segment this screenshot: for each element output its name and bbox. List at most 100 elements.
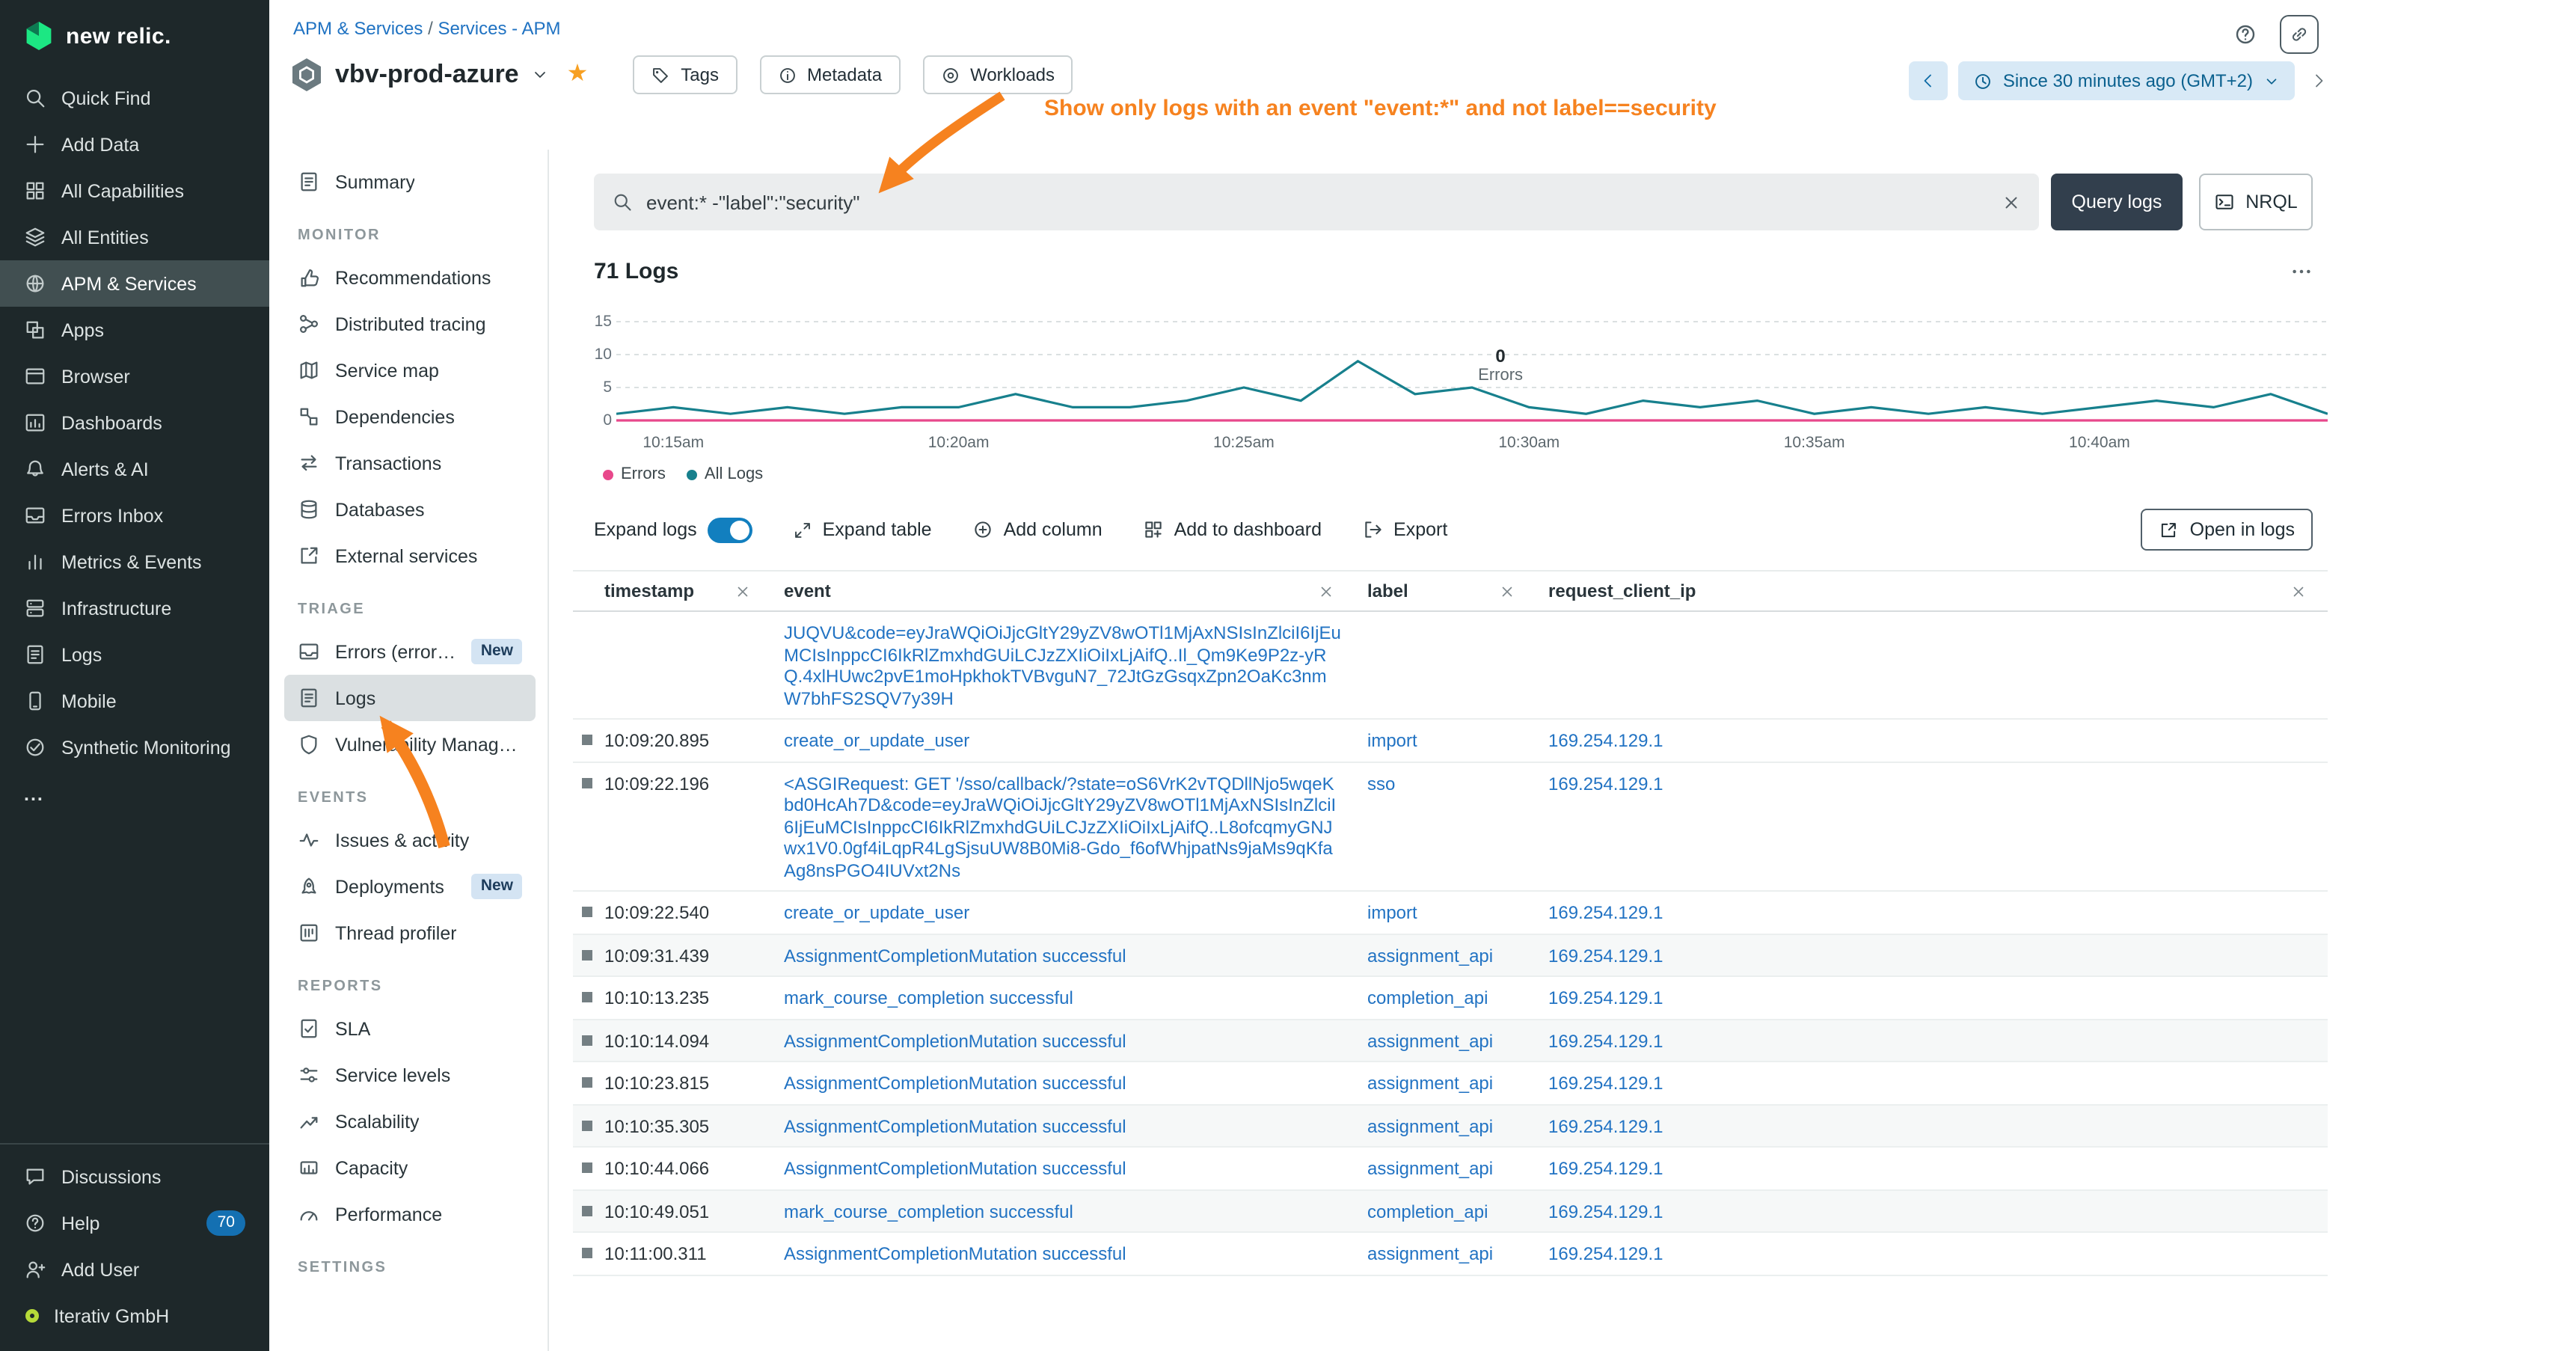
ip-cell-link[interactable]: 169.254.129.1 [1548,1158,1663,1179]
remove-timestamp-column-button[interactable] [735,583,751,599]
label-cell-link[interactable]: import [1367,730,1417,751]
query-logs-button[interactable]: Query logs [2051,174,2183,230]
entity-nav-item-dependencies[interactable]: Dependencies [284,393,536,440]
global-nav-item-help[interactable]: Help70 [0,1200,269,1246]
expand-table-button[interactable]: Expand table [793,519,932,540]
remove-label-column-button[interactable] [1499,583,1515,599]
expand-logs-toggle[interactable]: Expand logs [594,517,752,542]
tags-button[interactable]: Tags [633,55,737,94]
legend-all-logs[interactable]: All Logs [687,465,763,483]
log-row[interactable]: 10:09:22.196<ASGIRequest: GET '/sso/call… [573,762,2328,892]
entity-nav-item-recommendations[interactable]: Recommendations [284,254,536,301]
global-nav-item-add-data[interactable]: Add Data [0,121,269,168]
label-cell-link[interactable]: assignment_api [1367,1158,1493,1179]
more-options-button[interactable] [2290,260,2313,283]
remove-event-column-button[interactable] [1318,583,1334,599]
breadcrumb-services-apm[interactable]: Services - APM [438,18,560,39]
entity-nav-item-errors-inbox[interactable]: Errors (errors inb...New [284,628,536,675]
global-nav-item-browser[interactable]: Browser [0,353,269,399]
entity-nav-item-sla[interactable]: SLA [284,1005,536,1052]
label-cell-link[interactable]: assignment_api [1367,1243,1493,1264]
event-cell-link[interactable]: <ASGIRequest: GET '/sso/callback/?state=… [784,773,1336,880]
ip-cell-link[interactable]: 169.254.129.1 [1548,1115,1663,1136]
ip-cell-link[interactable]: 169.254.129.1 [1548,945,1663,966]
add-column-button[interactable]: Add column [972,519,1103,540]
entity-nav-item-thread-profiler[interactable]: Thread profiler [284,910,536,956]
label-cell-link[interactable]: completion_api [1367,1201,1488,1222]
entity-nav-item-service-map[interactable]: Service map [284,347,536,393]
entity-nav-item-distributed-tracing[interactable]: Distributed tracing [284,301,536,347]
global-nav-item-all-capabilities[interactable]: All Capabilities [0,168,269,214]
label-cell-link[interactable]: import [1367,902,1417,923]
open-in-logs-button[interactable]: Open in logs [2141,509,2313,551]
help-button[interactable] [2226,15,2265,54]
event-cell-link[interactable]: AssignmentCompletionMutation successful [784,1073,1126,1094]
breadcrumb-apm-services[interactable]: APM & Services [293,18,423,39]
time-forward-button[interactable] [2305,61,2332,100]
global-nav-item-synthetic-monitoring[interactable]: Synthetic Monitoring [0,724,269,771]
log-row[interactable]: 10:11:00.311AssignmentCompletionMutation… [573,1233,2328,1275]
entity-nav-item-deployments[interactable]: DeploymentsNew [284,863,536,910]
log-row[interactable]: 10:10:35.305AssignmentCompletionMutation… [573,1105,2328,1148]
global-nav-item-mobile[interactable]: Mobile [0,678,269,724]
global-nav-item-apps[interactable]: Apps [0,307,269,353]
global-nav-item-metrics-events[interactable]: Metrics & Events [0,539,269,585]
permalink-button[interactable] [2280,15,2319,54]
ip-cell-link[interactable]: 169.254.129.1 [1548,1243,1663,1264]
log-row[interactable]: 10:10:23.815AssignmentCompletionMutation… [573,1062,2328,1105]
event-cell-link[interactable]: AssignmentCompletionMutation successful [784,945,1126,966]
label-cell-link[interactable]: assignment_api [1367,945,1493,966]
entity-nav-item-performance[interactable]: Performance [284,1191,536,1237]
label-cell-link[interactable]: assignment_api [1367,1030,1493,1051]
event-cell-link[interactable]: JUQVU&code=eyJraWQiOiJjcGltY29yZV8wOTl1M… [784,622,1341,708]
entity-nav-item-capacity[interactable]: Capacity [284,1145,536,1191]
ip-cell-link[interactable]: 169.254.129.1 [1548,1030,1663,1051]
log-row[interactable]: 10:09:31.439AssignmentCompletionMutation… [573,934,2328,977]
ip-cell-link[interactable]: 169.254.129.1 [1548,730,1663,751]
global-nav-item-quick-find[interactable]: Quick Find [0,75,269,121]
log-row[interactable]: 10:10:44.066AssignmentCompletionMutation… [573,1148,2328,1190]
ip-cell-link[interactable]: 169.254.129.1 [1548,773,1663,794]
event-cell-link[interactable]: mark_course_completion successful [784,1201,1073,1222]
event-cell-link[interactable]: AssignmentCompletionMutation successful [784,1030,1126,1051]
global-nav-item-more[interactable]: ... [0,771,269,817]
global-nav-item-all-entities[interactable]: All Entities [0,214,269,260]
workloads-button[interactable]: Workloads [922,55,1073,94]
global-nav-item-logs[interactable]: Logs [0,631,269,678]
event-cell-link[interactable]: AssignmentCompletionMutation successful [784,1115,1126,1136]
remove-ip-column-button[interactable] [2290,583,2307,599]
global-nav-item-dashboards[interactable]: Dashboards [0,399,269,446]
toggle-on-switch[interactable] [708,517,752,542]
label-cell-link[interactable]: assignment_api [1367,1073,1493,1094]
nrql-button[interactable]: NRQL [2199,174,2313,230]
global-nav-item-add-user[interactable]: Add User [0,1246,269,1293]
ip-cell-link[interactable]: 169.254.129.1 [1548,1073,1663,1094]
log-query-input[interactable] [646,191,1988,213]
global-nav-item-errors-inbox[interactable]: Errors Inbox [0,492,269,539]
entity-nav-item-databases[interactable]: Databases [284,486,536,533]
entity-nav-item-summary[interactable]: Summary [284,159,536,205]
entity-nav-item-vulnerability-management[interactable]: Vulnerability Management [284,721,536,768]
event-cell-link[interactable]: mark_course_completion successful [784,987,1073,1008]
global-nav-item-account[interactable]: Iterativ GmbH [0,1293,269,1339]
legend-errors[interactable]: Errors [603,465,666,483]
log-row[interactable]: JUQVU&code=eyJraWQiOiJjcGltY29yZV8wOTl1M… [573,612,2328,720]
metadata-button[interactable]: Metadata [759,55,900,94]
event-cell-link[interactable]: create_or_update_user [784,730,969,751]
ip-cell-link[interactable]: 169.254.129.1 [1548,902,1663,923]
event-cell-link[interactable]: create_or_update_user [784,902,969,923]
time-range-button[interactable]: Since 30 minutes ago (GMT+2) [1958,61,2295,100]
export-button[interactable]: Export [1362,519,1447,540]
log-row[interactable]: 10:09:22.540create_or_update_userimport1… [573,892,2328,934]
log-row[interactable]: 10:10:13.235mark_course_completion succe… [573,977,2328,1020]
entity-nav-item-logs[interactable]: Logs [284,675,536,721]
brand[interactable]: new relic. [0,0,269,75]
log-row[interactable]: 10:10:14.094AssignmentCompletionMutation… [573,1020,2328,1062]
add-to-dashboard-button[interactable]: Add to dashboard [1143,519,1322,540]
entity-nav-item-transactions[interactable]: Transactions [284,440,536,486]
log-query-searchbox[interactable] [594,174,2039,230]
global-nav-item-alerts-ai[interactable]: Alerts & AI [0,446,269,492]
log-row[interactable]: 10:09:20.895create_or_update_userimport1… [573,720,2328,762]
label-cell-link[interactable]: assignment_api [1367,1115,1493,1136]
label-cell-link[interactable]: sso [1367,773,1395,794]
